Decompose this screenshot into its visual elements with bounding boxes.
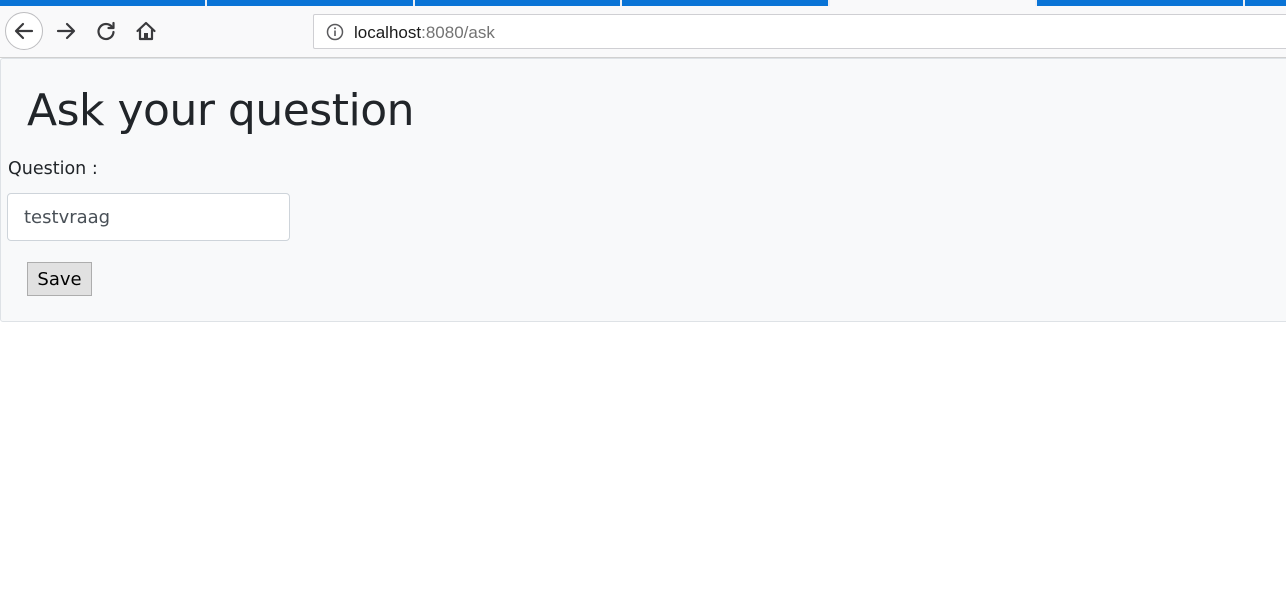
browser-tab-active[interactable]: [830, 0, 1035, 6]
url-path: :8080/ask: [421, 23, 495, 42]
address-bar[interactable]: localhost:8080/ask: [313, 14, 1286, 49]
url-host: localhost: [354, 23, 422, 42]
browser-tab[interactable]: [0, 0, 205, 6]
question-form-panel: Ask your question Question : Save: [0, 58, 1286, 322]
forward-arrow-icon: [56, 22, 76, 40]
page-title: Ask your question: [27, 85, 415, 136]
browser-tab[interactable]: [1245, 0, 1286, 6]
tab-strip: [0, 0, 1286, 6]
back-button[interactable]: [5, 12, 43, 50]
reload-icon: [97, 21, 115, 41]
question-input[interactable]: [7, 193, 290, 241]
site-info-icon[interactable]: [326, 23, 344, 41]
home-button[interactable]: [127, 12, 165, 50]
question-label: Question :: [8, 159, 98, 179]
home-icon: [136, 21, 156, 41]
browser-toolbar: localhost:8080/ask: [0, 0, 1286, 58]
forward-button[interactable]: [47, 12, 85, 50]
back-arrow-icon: [14, 22, 34, 40]
browser-tab[interactable]: [622, 0, 828, 6]
browser-tab[interactable]: [207, 0, 413, 6]
browser-tab[interactable]: [415, 0, 620, 6]
save-button[interactable]: Save: [27, 262, 92, 296]
reload-button[interactable]: [87, 12, 125, 50]
browser-tab[interactable]: [1037, 0, 1243, 6]
url-text: localhost:8080/ask: [354, 23, 495, 43]
